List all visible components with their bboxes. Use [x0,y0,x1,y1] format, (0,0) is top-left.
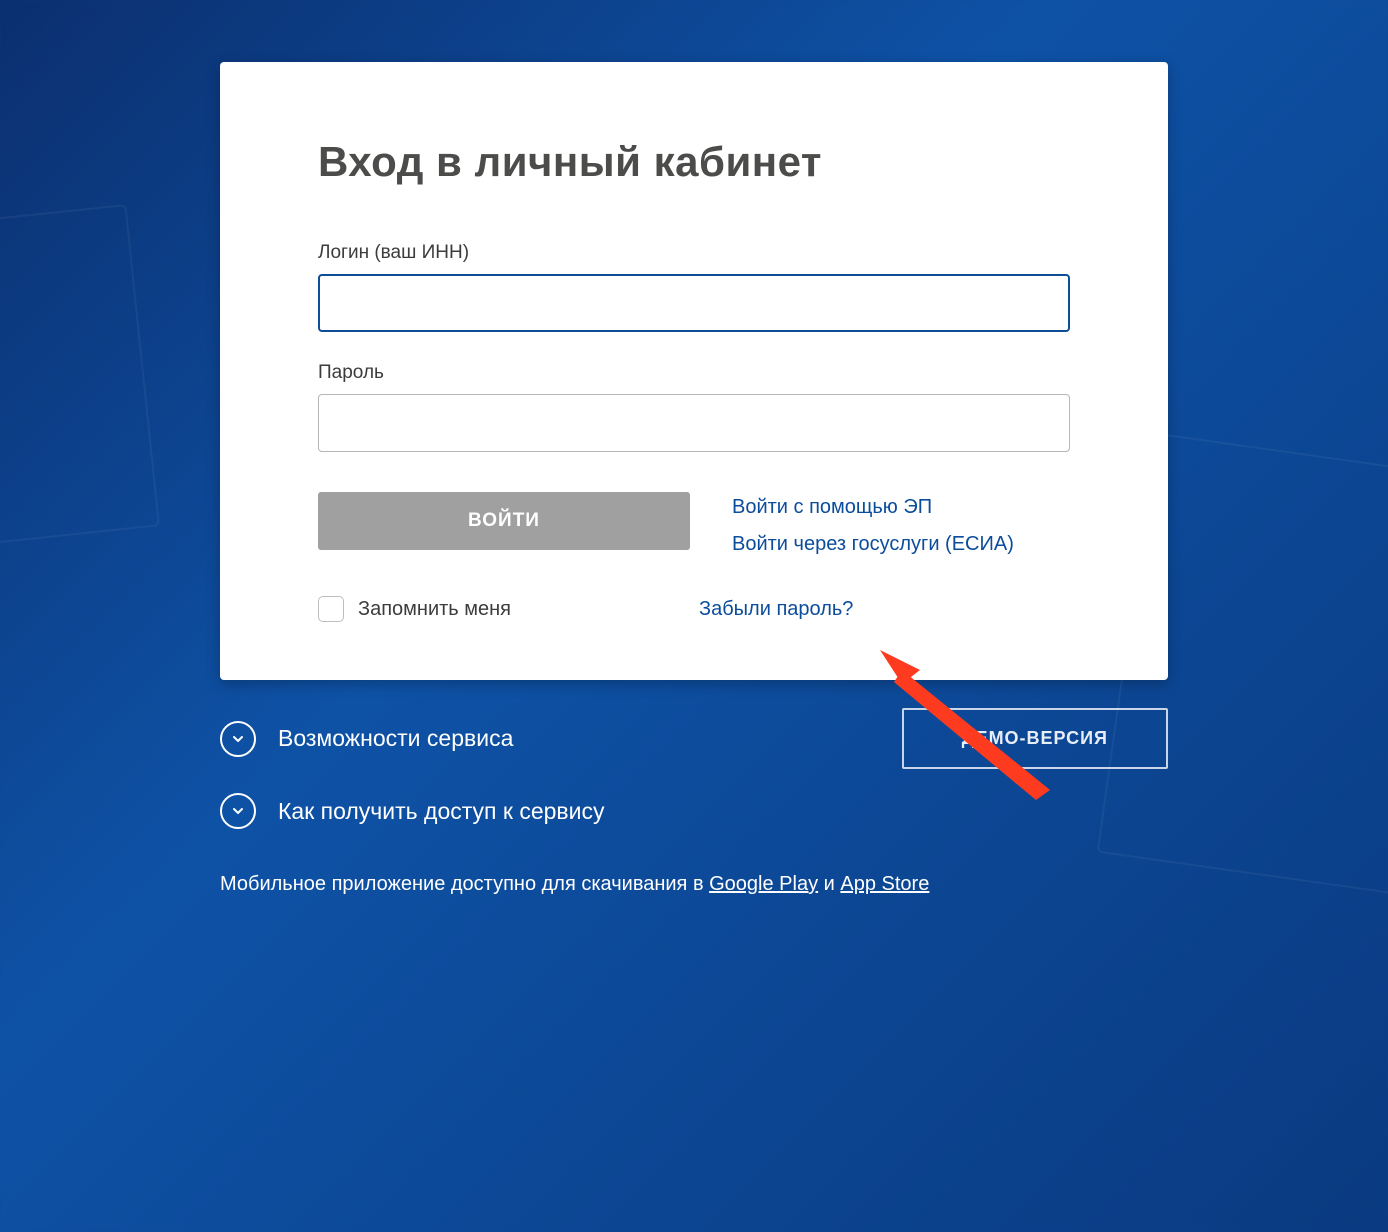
forgot-password-link[interactable]: Забыли пароль? [699,598,853,621]
access-expander[interactable]: Как получить доступ к сервису [220,783,1168,839]
mobile-app-line: Мобильное приложение доступно для скачив… [220,873,1168,896]
password-label: Пароль [318,362,1070,384]
chevron-down-icon [220,793,256,829]
below-row-1: Возможности сервиса ДЕМО-ВЕРСИЯ [220,708,1168,769]
alt-login-links: Войти с помощью ЭП Войти через госуслуги… [732,492,1014,556]
bottom-row: Запомнить меня Забыли пароль? [318,596,1070,622]
mobile-sep: и [818,873,840,895]
password-input[interactable] [318,394,1070,452]
access-label: Как получить доступ к сервису [278,798,605,825]
mobile-prefix: Мобильное приложение доступно для скачив… [220,873,709,895]
login-label: Логин (ваш ИНН) [318,242,1070,264]
login-card: Вход в личный кабинет Логин (ваш ИНН) Па… [220,62,1168,680]
demo-button[interactable]: ДЕМО-ВЕРСИЯ [902,708,1168,769]
remember-checkbox[interactable] [318,596,344,622]
features-expander[interactable]: Возможности сервиса [220,711,513,767]
remember-label: Запомнить меня [358,598,511,621]
card-title: Вход в личный кабинет [318,138,1070,186]
remember-me[interactable]: Запомнить меня [318,596,511,622]
login-ep-link[interactable]: Войти с помощью ЭП [732,496,1014,519]
password-field-block: Пароль [318,362,1070,452]
chevron-down-icon [220,721,256,757]
below-card: Возможности сервиса ДЕМО-ВЕРСИЯ Как полу… [220,708,1168,839]
app-store-link[interactable]: App Store [840,873,929,895]
google-play-link[interactable]: Google Play [709,873,818,895]
login-field-block: Логин (ваш ИНН) [318,242,1070,332]
login-esia-link[interactable]: Войти через госуслуги (ЕСИА) [732,533,1014,556]
features-label: Возможности сервиса [278,725,513,752]
submit-button[interactable]: ВОЙТИ [318,492,690,550]
actions-row: ВОЙТИ Войти с помощью ЭП Войти через гос… [318,492,1070,556]
login-input[interactable] [318,274,1070,332]
